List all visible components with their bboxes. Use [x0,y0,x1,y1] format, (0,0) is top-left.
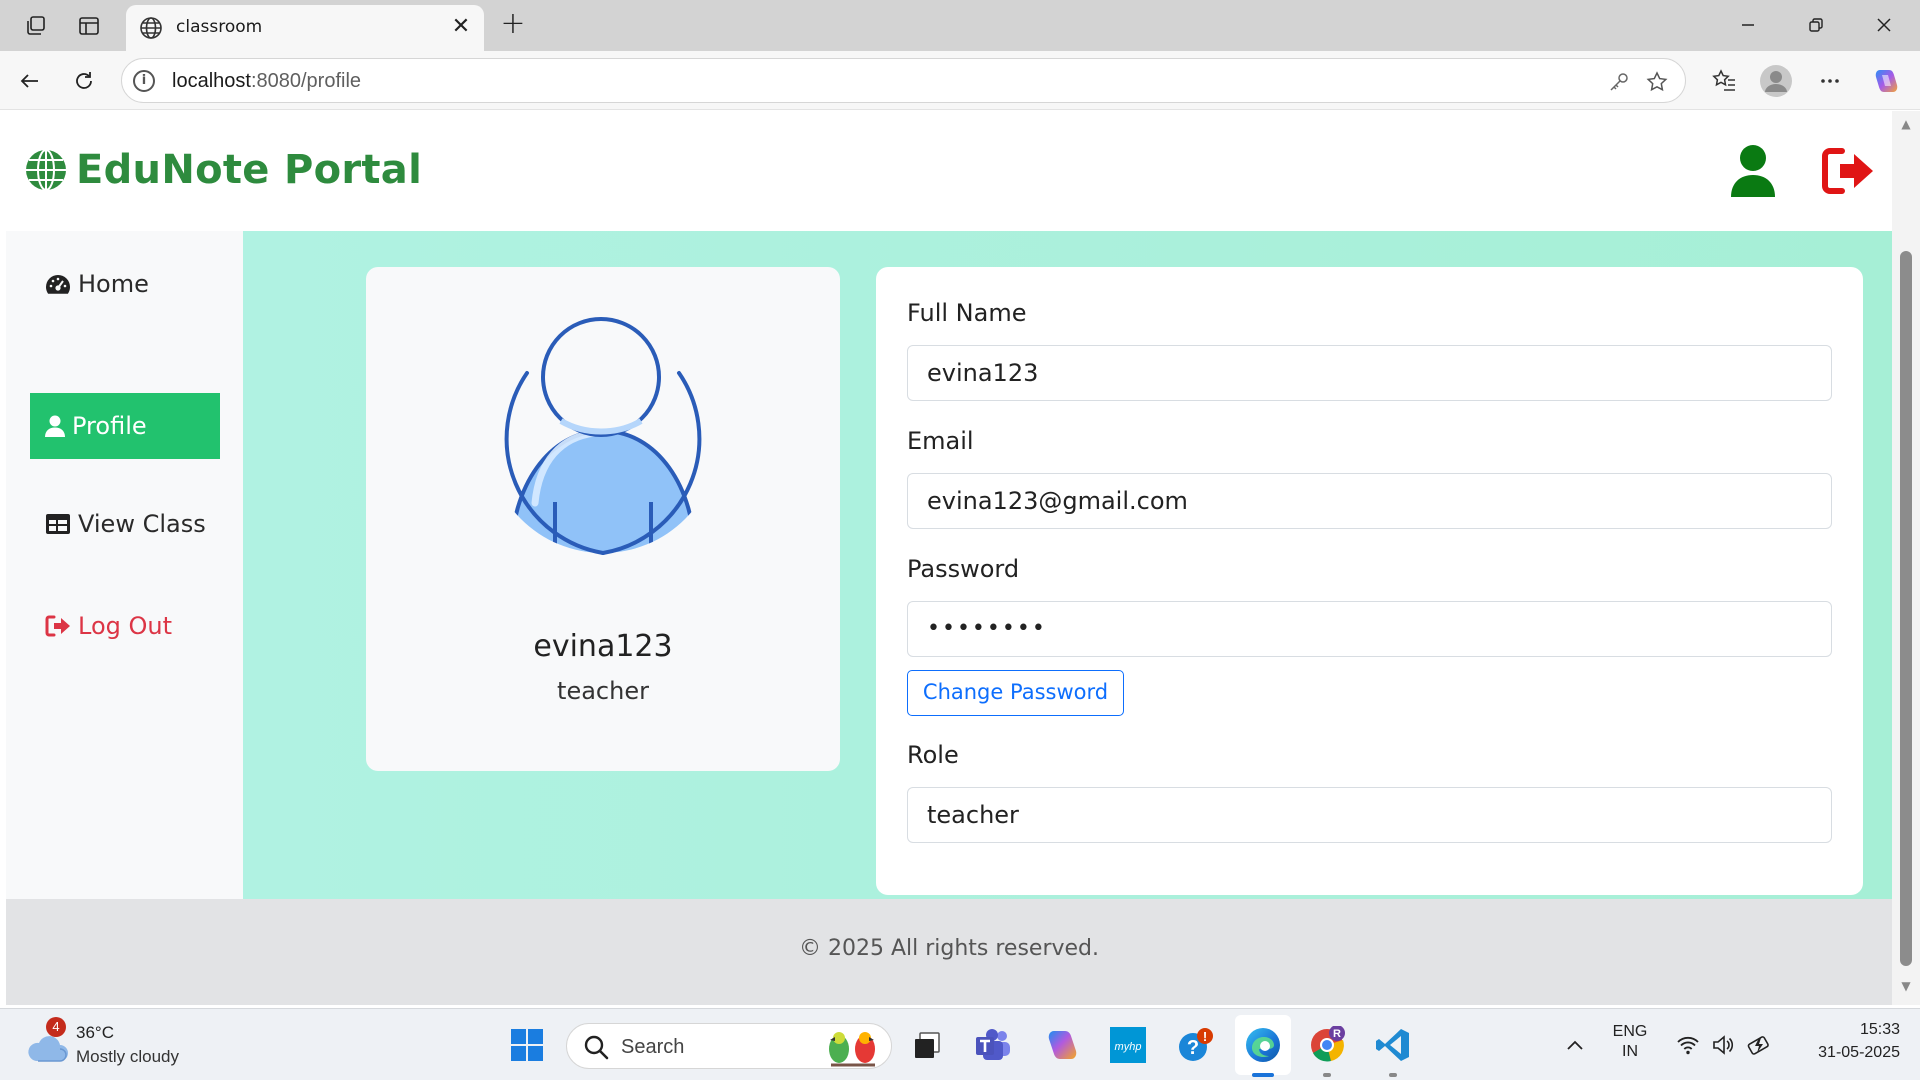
clock-date: 31-05-2025 [1818,1044,1900,1061]
brand-title: EduNote Portal [76,147,423,193]
wifi-icon[interactable] [1668,1025,1708,1065]
chrome-icon[interactable]: R [1307,1025,1347,1065]
site-info-icon[interactable]: i [133,70,155,92]
password-field[interactable]: •••••••• [907,601,1832,657]
profile-card: evina123 teacher [366,267,840,771]
new-tab-icon[interactable]: + [498,9,528,39]
edge-browser-icon[interactable] [1243,1025,1283,1065]
show-hidden-icons-chevron-icon[interactable] [1555,1025,1595,1065]
close-tab-icon[interactable]: ✕ [448,14,474,40]
profile-role: teacher [557,677,649,705]
weather-desc: Mostly cloudy [76,1047,179,1066]
taskbar-search[interactable]: Search [566,1023,892,1069]
copilot-icon[interactable] [1869,64,1903,98]
url-text[interactable]: localhost:8080/profile [172,70,361,93]
back-icon[interactable] [13,64,47,98]
user-icon [44,414,66,438]
sidebar-item-view-class[interactable]: View Class [30,491,220,557]
profile-avatar-illustration [504,317,702,555]
sidebar-item-label: Log Out [78,612,173,640]
start-windows-icon[interactable] [507,1025,547,1065]
dashboard-icon [44,272,72,296]
logout-icon[interactable] [1820,145,1878,197]
full-name-label: Full Name [907,299,1027,327]
svg-text:myhp: myhp [1115,1041,1142,1053]
role-label: Role [907,741,959,769]
get-help-icon[interactable]: ?! [1175,1025,1215,1065]
copyright-text: © 2025 All rights reserved. [798,936,1100,961]
browser-tab-bar: classroom ✕ + [0,0,1920,51]
search-label: Search [621,1036,685,1058]
sidebar-item-profile[interactable]: Profile [30,393,220,459]
sign-out-icon [44,614,72,638]
globe-icon [140,17,162,39]
svg-text:?: ? [1187,1037,1199,1059]
sidebar: Home Profile View Class Log Out [6,231,243,899]
browser-toolbar: i localhost:8080/profile [0,51,1920,110]
globe-logo-icon [26,149,66,191]
windows-taskbar: 4 36°C Mostly cloudy Search myhp ?! R EN… [0,1008,1920,1080]
battery-charging-icon[interactable] [1740,1025,1780,1065]
vscode-running-indicator [1389,1073,1397,1077]
tab-actions-icon[interactable] [73,10,105,42]
volume-icon[interactable] [1703,1025,1743,1065]
search-highlight-parrots-icon [829,1032,875,1067]
search-icon [584,1035,609,1060]
edge-running-indicator [1252,1073,1274,1077]
brand[interactable]: EduNote Portal [24,147,422,193]
chrome-running-indicator [1323,1073,1331,1077]
address-bar[interactable]: i localhost:8080/profile [121,58,1686,103]
task-view-icon[interactable] [907,1025,947,1065]
sidebar-item-logout[interactable]: Log Out [30,593,220,659]
copilot-app-icon[interactable] [1042,1025,1082,1065]
scroll-up-arrow-icon[interactable]: ▲ [1898,117,1914,131]
main-content: evina123 teacher Full Name evina123 Emai… [243,231,1892,899]
app-header: EduNote Portal [6,111,1892,231]
browser-tab[interactable]: classroom ✕ [126,5,484,51]
scrollbar-thumb[interactable] [1900,251,1912,966]
password-label: Password [907,555,1020,583]
sidebar-item-label: Home [78,270,149,298]
clock-time: 15:33 [1859,1021,1900,1038]
favorite-star-icon[interactable] [1643,68,1671,96]
user-account-icon[interactable] [1724,141,1782,199]
email-field[interactable]: evina123@gmail.com [907,473,1832,529]
svg-text:!: ! [1203,1029,1207,1044]
favorites-icon[interactable] [1707,64,1741,98]
web-page: EduNote Portal Home Profile View Class L… [6,111,1892,1005]
teams-icon[interactable] [973,1025,1013,1065]
clock[interactable]: 15:33 31-05-2025 [1788,1021,1900,1062]
close-window-icon[interactable] [1861,8,1907,42]
more-options-icon[interactable] [1813,64,1847,98]
change-password-button[interactable]: Change Password [907,670,1124,716]
scroll-down-arrow-icon[interactable]: ▼ [1898,979,1914,993]
reload-icon[interactable] [67,64,101,98]
svg-text:R: R [1333,1028,1341,1040]
weather-badge: 4 [46,1017,66,1037]
sidebar-item-label: Profile [72,412,147,440]
language-indicator[interactable]: ENG IN [1608,1023,1652,1061]
footer: © 2025 All rights reserved. [6,899,1892,1005]
myhp-icon[interactable]: myhp [1108,1025,1148,1065]
profile-avatar-icon[interactable] [1759,64,1793,98]
vscode-icon[interactable] [1373,1025,1413,1065]
role-field[interactable]: teacher [907,787,1832,843]
password-key-icon[interactable] [1605,68,1633,96]
page-scrollbar[interactable]: ▲ ▼ [1892,111,1920,1005]
sidebar-item-home[interactable]: Home [30,251,220,317]
workspaces-icon[interactable] [20,10,52,42]
table-icon [44,512,72,536]
full-name-field[interactable]: evina123 [907,345,1832,401]
weather-widget[interactable]: 4 36°C Mostly cloudy [26,1017,226,1069]
restore-icon[interactable] [1793,8,1839,42]
email-label: Email [907,427,974,455]
minimize-icon[interactable] [1725,8,1771,42]
profile-name: evina123 [533,629,673,664]
weather-temp: 36°C [76,1023,114,1042]
profile-form: Full Name evina123 Email evina123@gmail.… [876,267,1863,895]
sidebar-item-label: View Class [78,510,206,538]
tab-title: classroom [176,17,263,37]
